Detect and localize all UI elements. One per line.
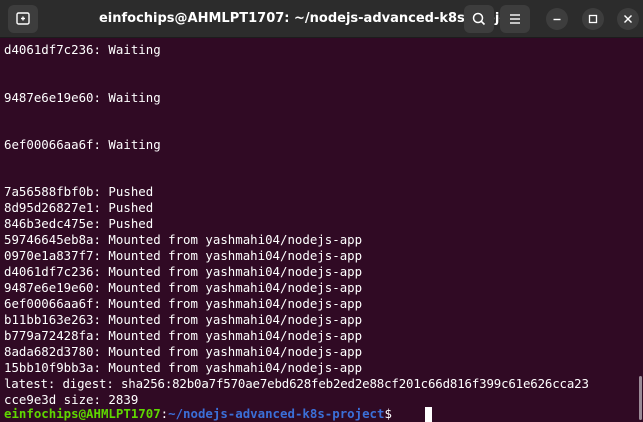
terminal-line: 8ada682d3780: Mounted from yashmahi04/no… bbox=[4, 344, 363, 359]
minimize-icon bbox=[553, 18, 561, 21]
close-icon bbox=[624, 15, 632, 23]
minimize-button[interactable] bbox=[546, 8, 568, 30]
terminal-line: b779a72428fa: Mounted from yashmahi04/no… bbox=[4, 328, 363, 343]
terminal-line: d4061df7c236: Waiting bbox=[4, 42, 161, 57]
terminal-line: d4061df7c236: Mounted from yashmahi04/no… bbox=[4, 264, 363, 279]
terminal-line: 7a56588fbf0b: Pushed bbox=[4, 184, 154, 199]
hamburger-menu-icon bbox=[510, 14, 520, 24]
text-cursor bbox=[425, 407, 432, 422]
terminal-line: 15bb10f9bb3a: Mounted from yashmahi04/no… bbox=[4, 360, 363, 375]
terminal-line: 59746645eb8a: Mounted from yashmahi04/no… bbox=[4, 232, 363, 247]
menu-button[interactable] bbox=[500, 5, 530, 33]
terminal-line: 6ef00066aa6f: Waiting bbox=[4, 137, 161, 152]
search-button[interactable] bbox=[464, 5, 494, 33]
prompt-user-host: einfochips@AHMLPT1707 bbox=[4, 406, 161, 421]
prompt-path: ~/nodejs-advanced-k8s-project bbox=[168, 406, 385, 421]
maximize-button[interactable] bbox=[582, 8, 604, 30]
terminal-line: 6ef00066aa6f: Mounted from yashmahi04/no… bbox=[4, 296, 363, 311]
terminal-line: 846b3edc475e: Pushed bbox=[4, 216, 154, 231]
prompt-separator: : bbox=[160, 406, 169, 421]
close-button[interactable] bbox=[617, 8, 639, 30]
terminal-output[interactable]: d4061df7c236: Waiting 9487e6e19e60: Wait… bbox=[0, 38, 643, 422]
terminal-line: b11bb163e263: Mounted from yashmahi04/no… bbox=[4, 312, 363, 327]
maximize-icon bbox=[588, 14, 598, 24]
terminal-line: 0970e1a837f7: Mounted from yashmahi04/no… bbox=[4, 248, 363, 263]
shell-prompt: einfochips@AHMLPT1707:~/nodejs-advanced-… bbox=[4, 406, 392, 422]
terminal-line: latest: digest: sha256:82b0a7f570ae7ebd6… bbox=[4, 376, 589, 391]
search-icon bbox=[472, 12, 486, 26]
terminal-line: 9487e6e19e60: Mounted from yashmahi04/no… bbox=[4, 280, 363, 295]
terminal-line: 9487e6e19e60: Waiting bbox=[4, 90, 161, 105]
prompt-symbol: $ bbox=[384, 406, 392, 421]
scrollbar[interactable] bbox=[639, 376, 642, 420]
terminal-line: 8d95d26827e1: Pushed bbox=[4, 200, 154, 215]
title-bar: einfochips@AHMLPT1707: ~/nodejs-advanced… bbox=[0, 0, 643, 38]
terminal-window: einfochips@AHMLPT1707: ~/nodejs-advanced… bbox=[0, 0, 643, 422]
